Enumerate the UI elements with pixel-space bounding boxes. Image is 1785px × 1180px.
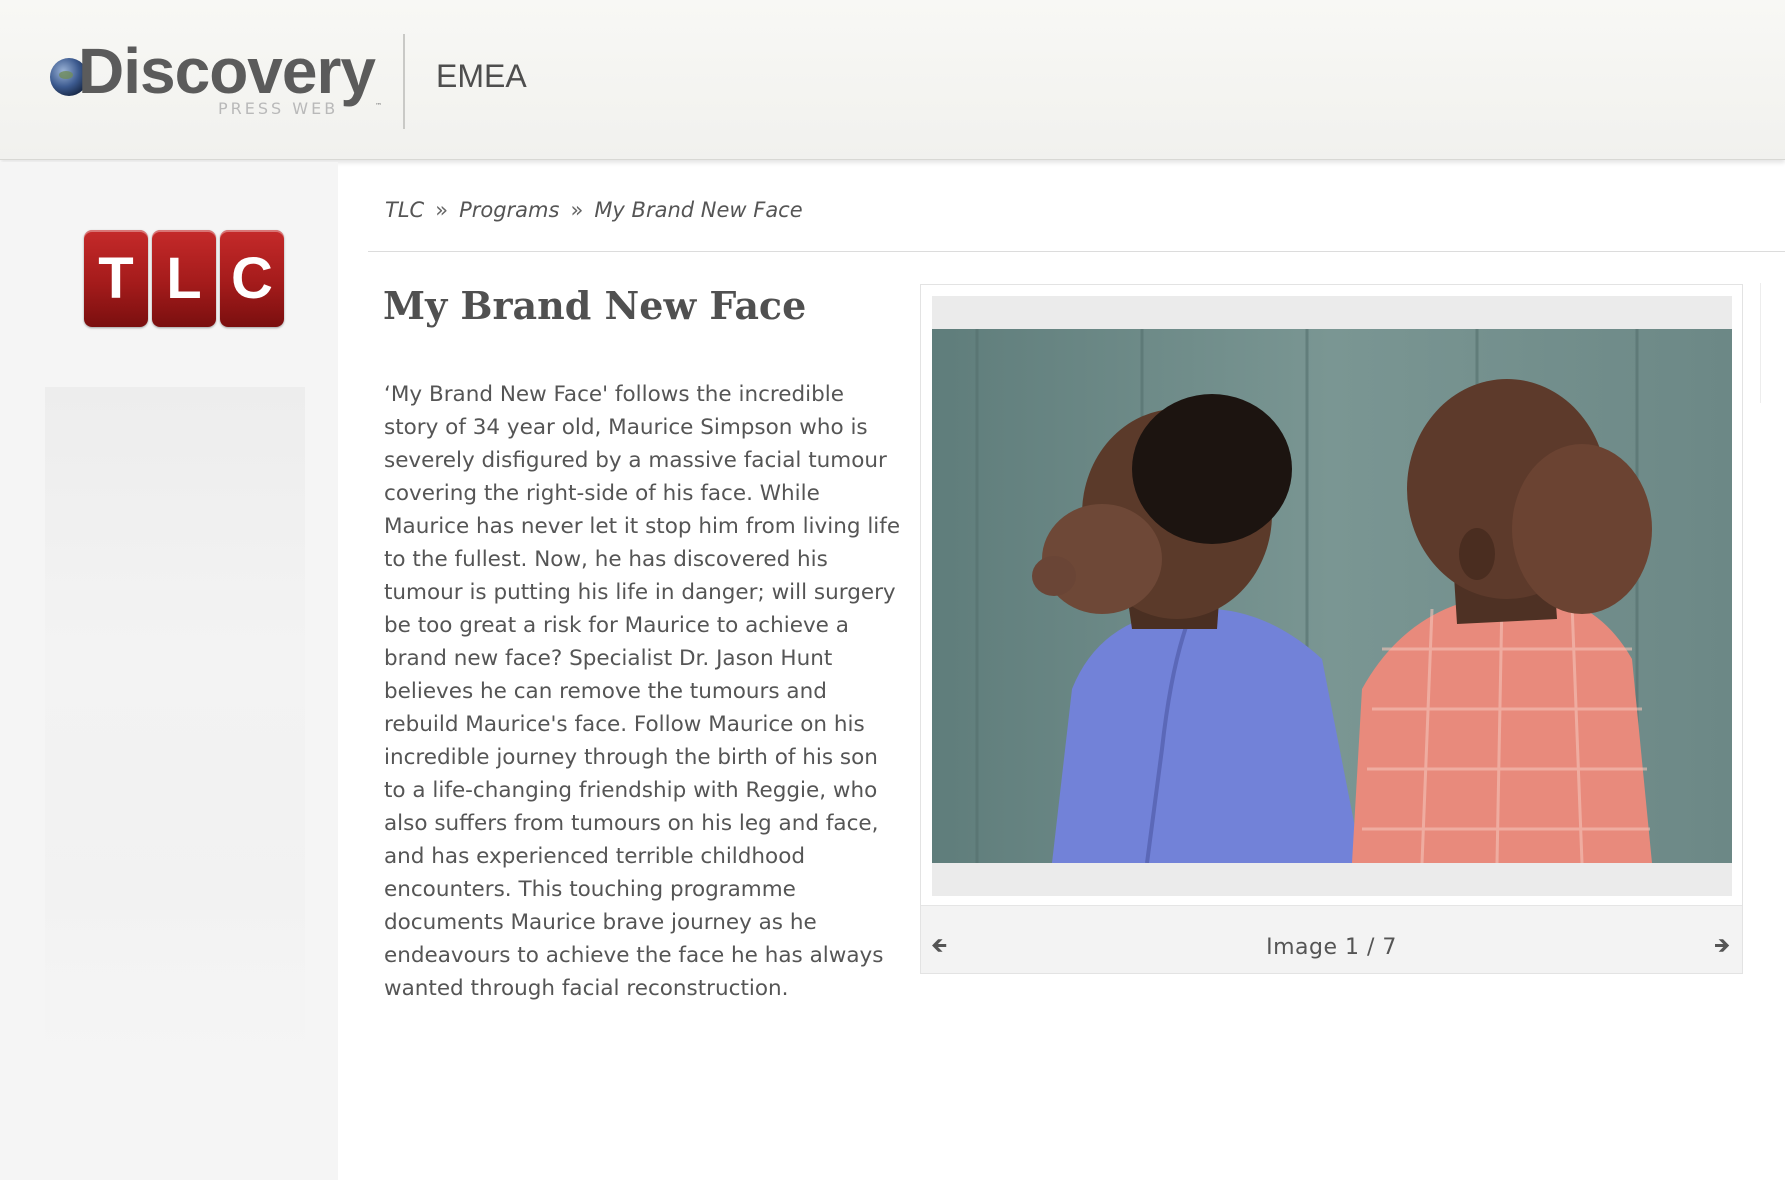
breadcrumb-separator: » bbox=[435, 198, 449, 222]
gallery-frame bbox=[921, 285, 1742, 906]
gallery-counter: Image 1 / 7 bbox=[1266, 935, 1397, 960]
sidebar-menu-placeholder bbox=[45, 387, 305, 1057]
breadcrumb: TLC » Programs » My Brand New Face bbox=[385, 198, 803, 222]
header-divider bbox=[403, 34, 405, 129]
sidebar: T L C bbox=[0, 162, 338, 1180]
site-header: Discovery PRESS WEB ™ EMEA bbox=[0, 0, 1785, 160]
image-gallery: 🡸 Image 1 / 7 🡺 bbox=[920, 284, 1743, 974]
breadcrumb-current[interactable]: My Brand New Face bbox=[594, 198, 802, 222]
logo-wordmark: Discovery bbox=[78, 35, 376, 107]
breadcrumb-programs[interactable]: Programs bbox=[459, 198, 559, 222]
photo-image bbox=[932, 329, 1732, 863]
discovery-press-web-logo[interactable]: Discovery PRESS WEB ™ bbox=[50, 35, 395, 130]
logo-subtext: PRESS WEB bbox=[218, 99, 339, 118]
breadcrumb-separator: » bbox=[570, 198, 584, 222]
tlc-logo-letter: C bbox=[220, 230, 284, 327]
right-panel-edge bbox=[1760, 283, 1785, 403]
region-label: EMEA bbox=[436, 58, 527, 94]
trademark-mark: ™ bbox=[375, 102, 382, 110]
breadcrumb-tlc[interactable]: TLC bbox=[385, 198, 424, 222]
gallery-photo[interactable] bbox=[932, 329, 1732, 863]
tlc-logo-letter: L bbox=[152, 230, 216, 327]
page-title: My Brand New Face bbox=[383, 283, 807, 328]
breadcrumb-divider bbox=[368, 251, 1785, 252]
tlc-logo-letter: T bbox=[84, 230, 148, 327]
program-description: ‘My Brand New Face' follows the incredib… bbox=[384, 382, 901, 1001]
tlc-channel-logo[interactable]: T L C bbox=[84, 230, 284, 327]
arrow-right-icon[interactable]: 🡺 bbox=[1714, 931, 1730, 965]
